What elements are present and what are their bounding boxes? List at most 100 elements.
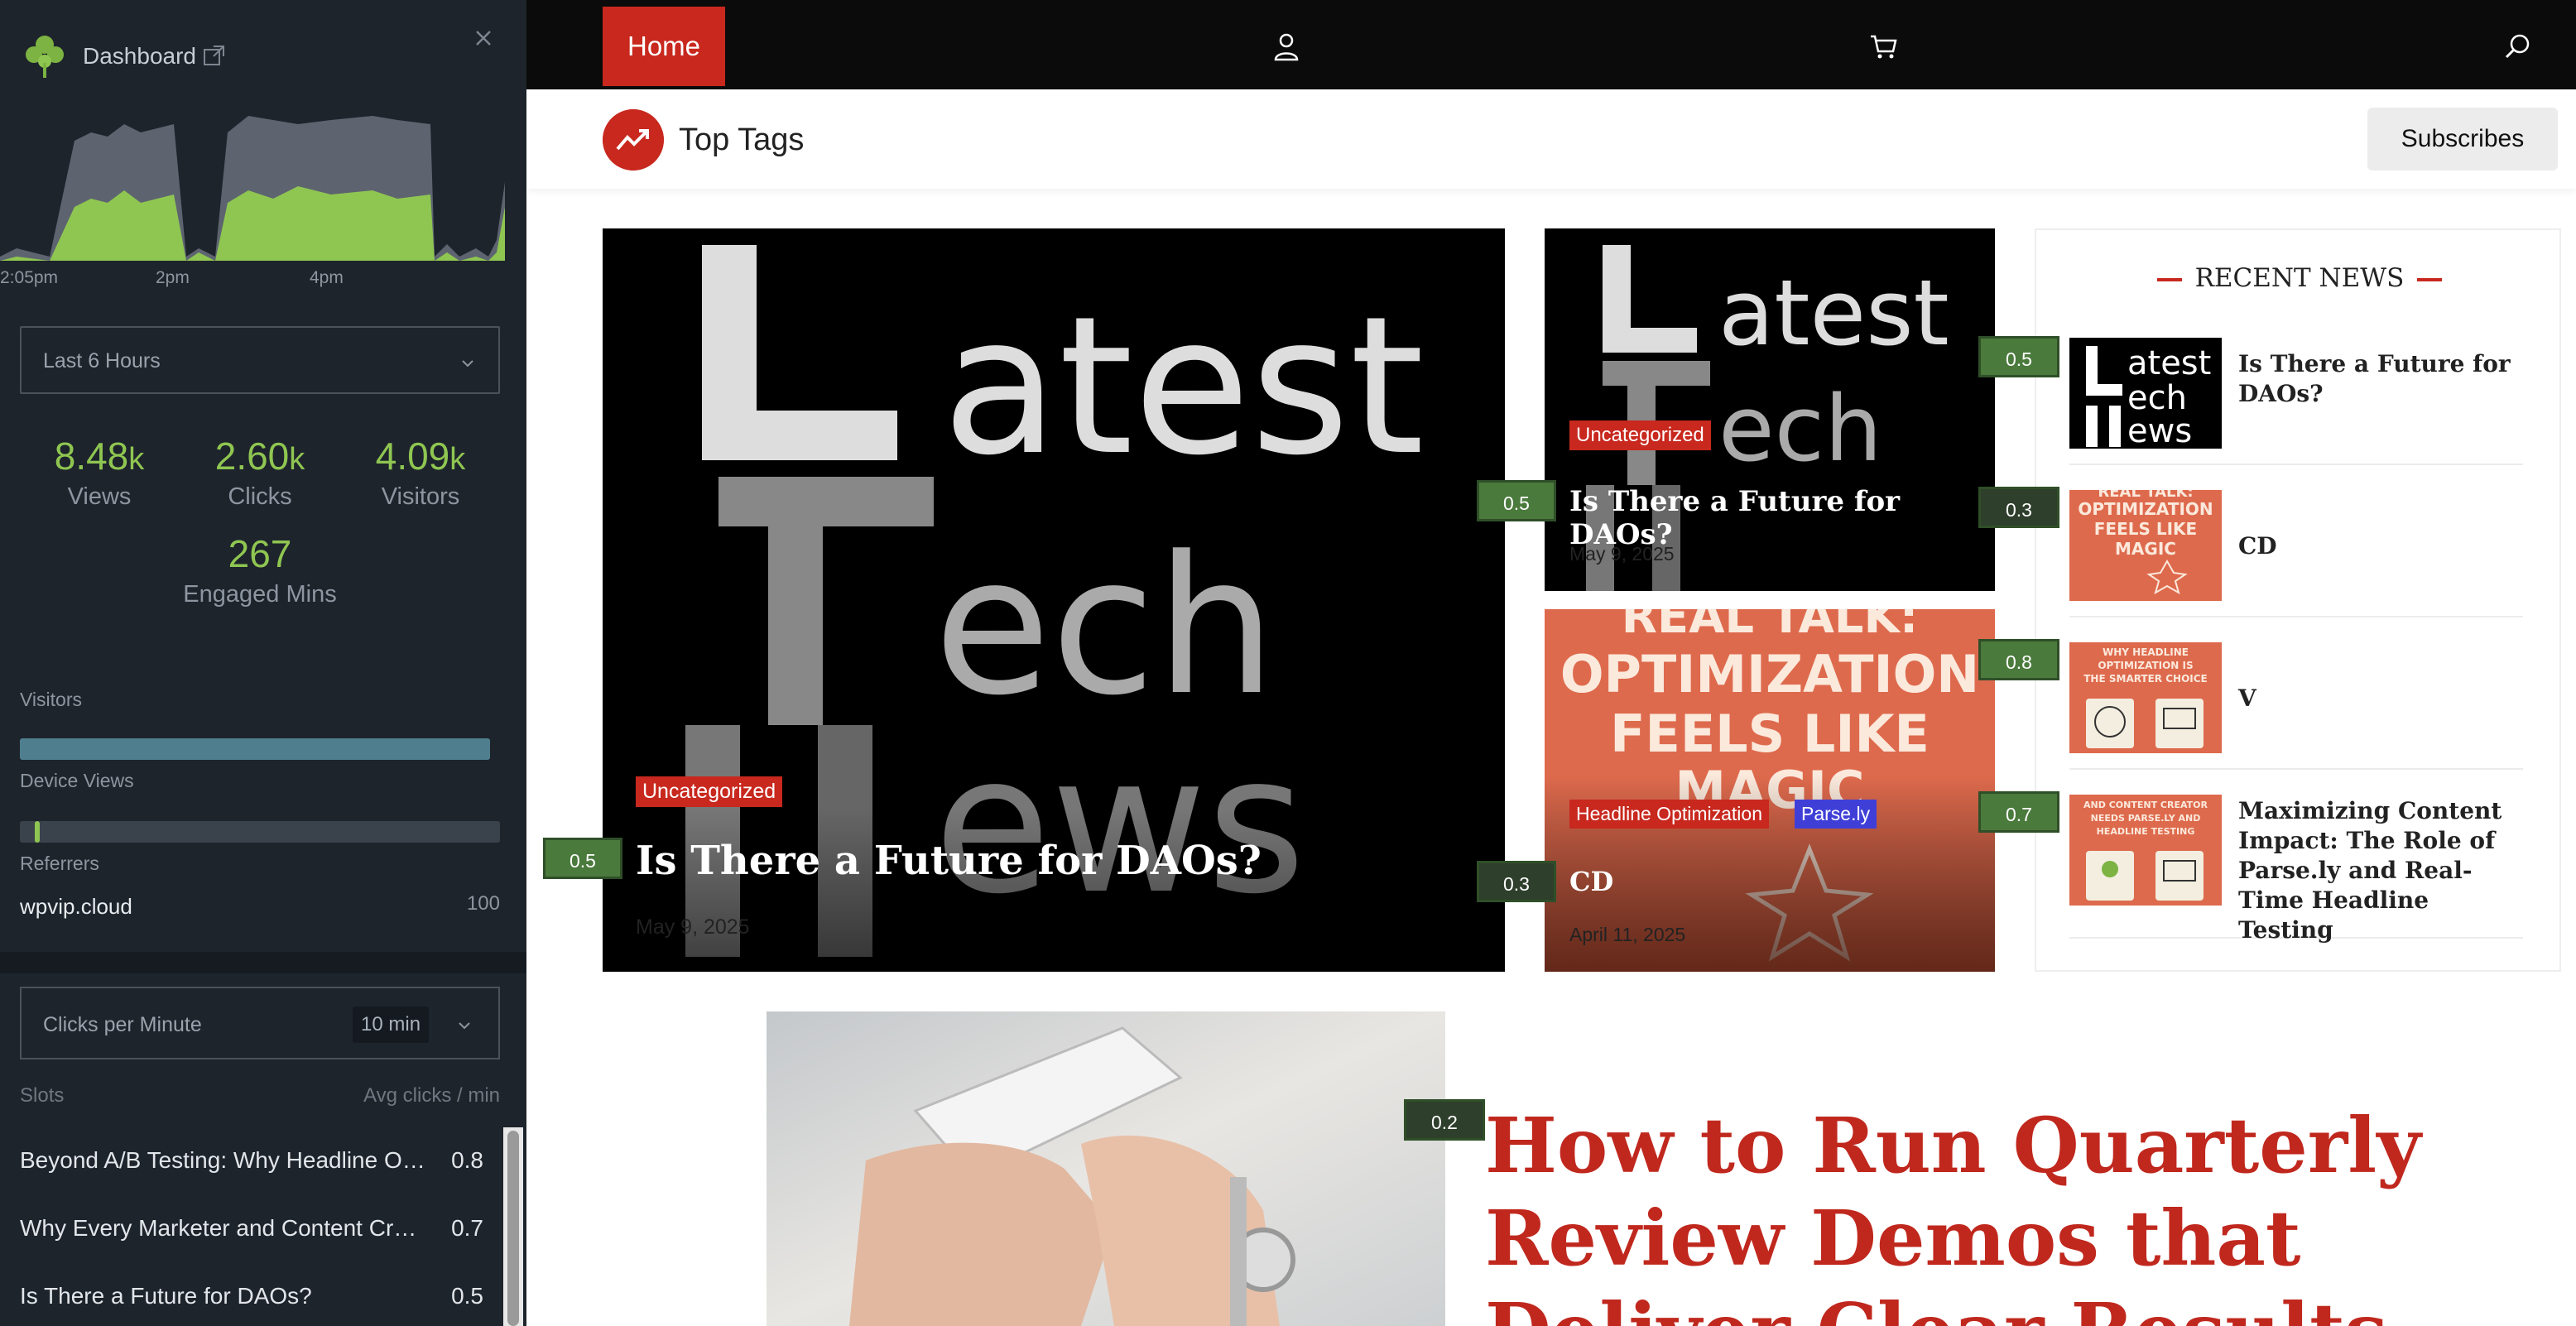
nav-home-button[interactable]: Home <box>603 7 725 86</box>
timeframe-value: Last 6 Hours <box>43 349 161 372</box>
chart-time-label: 2:05pm <box>0 268 59 287</box>
kpi-engaged-mins: 267 Engaged Mins <box>177 531 343 608</box>
kpi-value: 267 <box>228 532 292 575</box>
subscribe-button[interactable]: Subscribes <box>2367 108 2558 171</box>
headline-score-badge: 0.3 <box>1477 861 1556 902</box>
slots-header: Slots <box>20 1084 65 1107</box>
kpi-visitors: 4.09k Visitors <box>338 434 503 511</box>
slot-row[interactable]: Why Every Marketer and Content Creator N… <box>20 1215 483 1248</box>
slot-row[interactable]: Is There a Future for DAOs? 0.5 <box>20 1283 483 1316</box>
headline-score-badge: 0.8 <box>1978 639 2059 680</box>
visitors-bar[interactable] <box>20 738 490 760</box>
post-thumbnail: WHY HEADLINE OPTIMIZATION IS THE SMARTER… <box>2069 642 2222 753</box>
recent-news-title[interactable]: Is There a Future for DAOs? <box>2238 349 2526 409</box>
sidebar-divider <box>0 952 526 973</box>
image-text: FEELS LIKE <box>1610 704 1930 764</box>
category-badge[interactable]: Uncategorized <box>636 776 783 807</box>
real-talk-image: REAL TALK: OPTIMIZATION FEELS LIKE MAGIC <box>1545 609 1995 972</box>
heading-dash <box>2417 277 2443 281</box>
headline-score-badge: 0.5 <box>1477 480 1556 521</box>
thumb-text: OPTIMIZATION <box>2078 499 2213 519</box>
image-text: OPTIMIZATION <box>1560 644 1979 704</box>
featured-post-main[interactable]: atest ech ews Uncategorized Is There a F… <box>603 228 1505 972</box>
image-text: ech <box>934 516 1276 737</box>
slot-value: 0.5 <box>451 1283 483 1309</box>
dashboard-title[interactable]: Dashboard <box>83 43 196 70</box>
device-views-label: Device Views <box>20 770 134 791</box>
close-icon[interactable] <box>470 25 497 51</box>
avg-clicks-header: Avg clicks / min <box>363 1084 500 1107</box>
user-icon[interactable] <box>1270 30 1303 63</box>
recent-news-title: RECENT NEWS <box>2194 263 2405 293</box>
slot-title: Why Every Marketer and Content Creator N… <box>20 1215 425 1241</box>
recent-news-title[interactable]: CD <box>2238 531 2526 561</box>
scrollbar-thumb[interactable] <box>507 1131 519 1326</box>
slot-value: 0.7 <box>451 1215 483 1241</box>
kpi-unit: k <box>289 442 305 477</box>
slot-row[interactable]: Beyond A/B Testing: Why Headline Optimiz… <box>20 1147 483 1180</box>
kpi-label: Clicks <box>228 483 292 510</box>
recent-news-item[interactable]: atest ech ews Is There a Future for DAOs… <box>2069 316 2523 465</box>
timeframe-select[interactable]: Last 6 Hours <box>20 326 500 394</box>
kpi-value: 8.48 <box>54 435 129 478</box>
phone-illustration <box>767 1011 1445 1326</box>
external-link-icon[interactable] <box>202 43 227 68</box>
category-badge[interactable]: Uncategorized <box>1569 420 1711 450</box>
kpi-unit: k <box>449 442 466 477</box>
chart-time-label: 2pm <box>156 268 190 287</box>
post-title[interactable]: Is There a Future for DAOs? <box>1569 485 1995 551</box>
headline-score-badge: 0.5 <box>1978 336 2059 377</box>
headline-score-badge: 0.2 <box>1404 1099 1485 1141</box>
thumb-text: MAGIC <box>2115 539 2176 559</box>
post-title[interactable]: Is There a Future for DAOs? <box>636 838 1262 884</box>
post-date: April 11, 2025 <box>1569 924 1686 945</box>
device-views-bar[interactable] <box>20 821 500 843</box>
clicks-per-minute-select[interactable]: Clicks per Minute 10 min <box>20 987 500 1059</box>
headline-score-badge: 0.7 <box>1978 791 2059 833</box>
kpi-label: Visitors <box>381 483 460 510</box>
search-icon[interactable] <box>2502 30 2535 63</box>
cart-icon[interactable] <box>1867 30 1901 63</box>
referrers-label: Referrers <box>20 853 99 874</box>
referrer-name[interactable]: wpvip.cloud <box>20 894 132 920</box>
recent-news-item[interactable]: AND CONTENT CREATOR NEEDS PARSE.LY AND H… <box>2069 773 2523 944</box>
recent-news-title[interactable]: Maximizing Content Impact: The Role of P… <box>2238 796 2526 945</box>
sidebar-scrollbar[interactable] <box>503 1127 523 1326</box>
post-title[interactable]: CD <box>1569 866 1613 897</box>
slot-value: 0.8 <box>451 1147 483 1173</box>
kpi-clicks: 2.60k Clicks <box>177 434 343 511</box>
recent-news-item[interactable]: REAL TALK: OPTIMIZATION FEELS LIKE MAGIC… <box>2069 468 2523 617</box>
thumb-text: OPTIMIZATION IS <box>2098 660 2193 671</box>
kpi-label: Engaged Mins <box>183 581 337 608</box>
chevron-down-icon <box>462 360 473 368</box>
top-tags-bar: Top Tags Subscribes <box>526 89 2576 189</box>
post-date: May 9, 2025 <box>1569 543 1675 565</box>
device-views-bar-fill <box>35 821 40 843</box>
cpm-window-pill[interactable]: 10 min <box>353 1007 430 1043</box>
kpi-value: 4.09 <box>375 435 450 478</box>
thumb-text: WHY HEADLINE <box>2103 646 2189 658</box>
recent-news-item[interactable]: WHY HEADLINE OPTIMIZATION IS THE SMARTER… <box>2069 621 2523 770</box>
image-text: atest <box>1718 260 1949 366</box>
image-text: ech <box>1718 376 1882 482</box>
thumb-text: NEEDS PARSE.LY AND <box>2091 813 2201 824</box>
phone-hands-image[interactable] <box>767 1011 1445 1326</box>
category-badge[interactable]: Parse.ly <box>1795 800 1877 829</box>
post-thumbnail: REAL TALK: OPTIMIZATION FEELS LIKE MAGIC <box>2069 490 2222 601</box>
featured-post-secondary[interactable]: atest ech Uncategorized Is There a Futur… <box>1545 228 1995 591</box>
thumb-text: HEADLINE TESTING <box>2097 826 2195 837</box>
referrer-value: 100 <box>466 892 500 915</box>
featured-post-tertiary[interactable]: REAL TALK: OPTIMIZATION FEELS LIKE MAGIC… <box>1545 609 1995 972</box>
thumb-text: FEELS LIKE <box>2094 519 2197 539</box>
parsley-logo-icon <box>26 36 64 78</box>
recent-news-title[interactable]: V <box>2238 684 2526 713</box>
featured-post-title[interactable]: How to Run Quarterly Review Demos that D… <box>1485 1099 2478 1326</box>
post-date: May 9, 2025 <box>636 915 750 939</box>
trending-icon <box>603 109 664 171</box>
kpi-value: 2.60 <box>214 435 290 478</box>
category-badge[interactable]: Headline Optimization <box>1569 800 1770 829</box>
kpi-views: 8.48k Views <box>17 434 182 511</box>
top-tags-title: Top Tags <box>679 123 805 157</box>
svg-text:ews: ews <box>2127 412 2192 449</box>
visitors-section-label: Visitors <box>20 689 82 710</box>
